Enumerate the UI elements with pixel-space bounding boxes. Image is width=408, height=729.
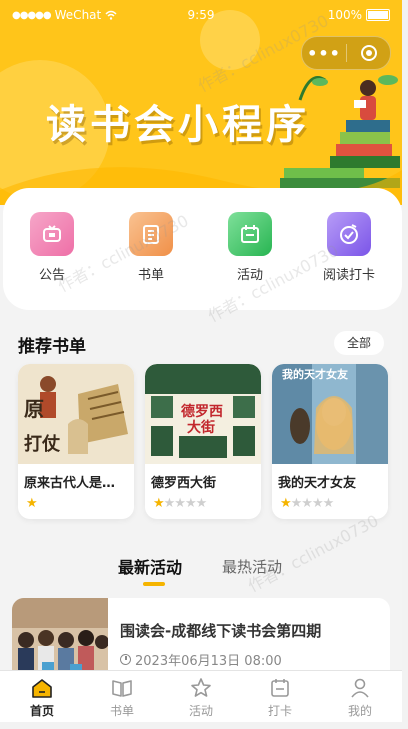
calendar-icon [228,212,272,256]
tabbar-item-profile[interactable]: 我的 [330,676,390,719]
bottom-tab-bar: 首页 书单 活动 打卡 我的 [0,670,402,722]
category-activity[interactable]: 活动 [215,212,285,283]
book-title: 德罗西大街 [151,476,217,491]
tab-hot-activity[interactable]: 最热活动 [222,556,282,577]
book-icon [92,676,152,700]
svg-text:打仗: 打仗 [24,433,61,455]
star-icon [171,676,231,700]
book-card[interactable]: 原 打仗 原来古代人是这样打仗的 ★ [18,364,134,519]
tabbar-item-home[interactable]: 首页 [12,676,72,719]
activity-time: 2023年06月13日 08:00 [120,650,282,669]
activity-time-text: 2023年06月13日 08:00 [135,654,282,669]
checkin-calendar-icon [250,676,310,700]
book-rating: ★★★★★ [153,496,207,511]
category-label: 活动 [236,268,263,283]
book-card[interactable]: 德罗西 大街 德罗西大街 ★★★★★ [145,364,261,519]
svg-text:德罗西: 德罗西 [181,403,223,420]
category-label: 书单 [137,268,164,283]
category-checkin[interactable]: 阅读打卡 [314,212,384,283]
battery-percent: 100% [327,8,362,22]
checkin-icon [327,212,371,256]
book-title: 原来古代人是这样打仗的 [24,476,128,491]
home-icon [12,676,72,700]
svg-text:原: 原 [24,397,44,421]
tabbar-item-booklist[interactable]: 书单 [92,676,152,719]
activity-title: 围读会-成都线下读书会第四期 [120,622,322,640]
book-cover: 德罗西 大街 [145,364,261,464]
activity-tabs: 最新活动 最热活动 [0,554,402,584]
clock-icon [120,654,131,665]
book-rating: ★ [26,496,38,511]
view-all-button[interactable]: 全部 [334,331,384,355]
category-announcement[interactable]: 公告 [17,212,87,283]
hero-banner[interactable]: ●●●●● WeChat 9:59 100% ••• 读书会小程序 [0,0,402,205]
svg-text:我的天才女友: 我的天才女友 [282,367,348,381]
tabbar-label: 活动 [188,704,213,718]
category-label: 阅读打卡 [322,268,375,283]
book-cover: 原 打仗 [18,364,134,464]
battery-icon [366,9,390,21]
tabbar-item-checkin[interactable]: 打卡 [250,676,310,719]
tab-latest-activity[interactable]: 最新活动 [118,554,182,578]
category-card: 公告 书单 活动 阅读打卡 [3,188,402,310]
booklist-icon [129,212,173,256]
user-icon [330,676,390,700]
tabbar-item-activity[interactable]: 活动 [171,676,231,719]
tabbar-label: 书单 [109,704,134,718]
tabbar-label: 首页 [29,704,54,718]
app-frame: ●●●●● WeChat 9:59 100% ••• 读书会小程序 公告 书单 … [0,0,402,722]
category-label: 公告 [38,268,65,283]
announcement-icon [30,212,74,256]
tabbar-label: 我的 [347,704,372,718]
tabbar-label: 打卡 [267,704,292,718]
status-bar: ●●●●● WeChat 9:59 100% [0,0,402,30]
category-booklist[interactable]: 书单 [116,212,186,283]
close-miniprogram-icon[interactable] [347,45,390,61]
section-title: 推荐书单 [18,337,86,357]
book-rating: ★★★★★ [280,496,334,511]
svg-text:大街: 大街 [187,419,215,436]
book-card[interactable]: 我的天才女友 我的天才女友 ★★★★★ [272,364,388,519]
active-tab-indicator [143,582,165,586]
book-cover: 我的天才女友 [272,364,388,464]
book-title: 我的天才女友 [278,476,357,491]
